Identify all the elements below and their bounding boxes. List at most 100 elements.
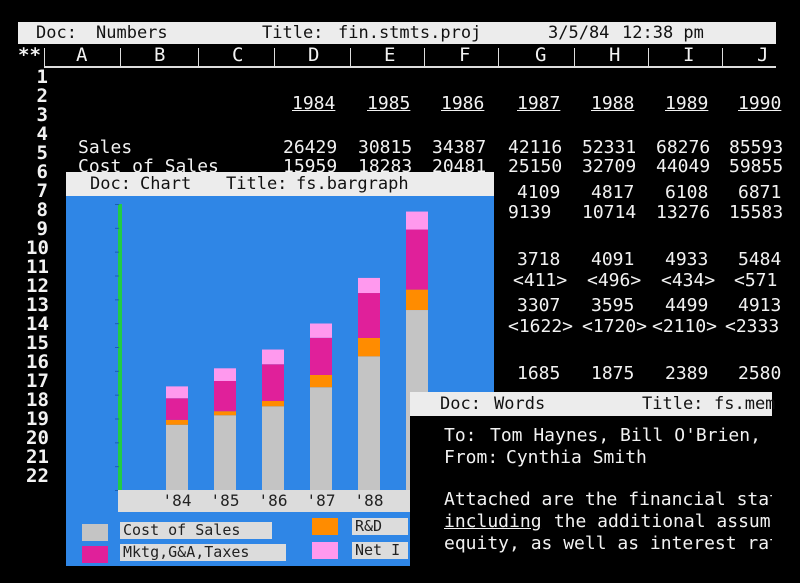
- table-cell[interactable]: 1685: [517, 365, 560, 383]
- table-cell[interactable]: 26429: [283, 139, 337, 157]
- table-cell[interactable]: <571: [734, 272, 777, 290]
- legend-label-rd: R&D: [352, 518, 408, 535]
- table-cell[interactable]: 34387: [432, 139, 486, 157]
- bar-segment-rd: [310, 374, 332, 388]
- table-cell[interactable]: 42116: [508, 139, 562, 157]
- table-cell[interactable]: 5484: [738, 251, 781, 269]
- y-axis-tick: [115, 442, 119, 444]
- y-axis-tick: [115, 418, 119, 420]
- table-cell[interactable]: 3595: [591, 297, 634, 315]
- table-cell[interactable]: 13276: [656, 204, 710, 222]
- table-cell[interactable]: 44049: [656, 158, 710, 176]
- y-axis-tick: [115, 466, 119, 468]
- table-cell[interactable]: 4499: [665, 297, 708, 315]
- table-cell[interactable]: <2110>: [652, 318, 717, 336]
- row-title-sales[interactable]: Sales: [78, 139, 132, 157]
- col-divider: [648, 48, 649, 66]
- table-cell[interactable]: 4933: [665, 251, 708, 269]
- bar-segment-net: [358, 277, 380, 294]
- year-cell[interactable]: 1990: [738, 95, 781, 113]
- table-cell[interactable]: 4913: [738, 297, 781, 315]
- table-cell[interactable]: <2333: [725, 318, 779, 336]
- table-cell[interactable]: 59855: [729, 158, 783, 176]
- col-divider: [498, 48, 499, 66]
- year-cell[interactable]: 1985: [367, 95, 410, 113]
- table-cell[interactable]: 9139: [508, 204, 551, 222]
- table-cell[interactable]: 15583: [729, 204, 783, 222]
- table-cell[interactable]: 4817: [591, 184, 634, 202]
- doc-label: Doc:: [36, 23, 77, 43]
- year-cell[interactable]: 1984: [292, 95, 335, 113]
- memo-to-value: Tom Haynes, Bill O'Brien, Joe R: [490, 425, 772, 446]
- table-cell[interactable]: 68276: [656, 139, 710, 157]
- year-cell[interactable]: 1987: [517, 95, 560, 113]
- col-header-e[interactable]: E: [384, 46, 395, 65]
- table-cell[interactable]: <1720>: [582, 318, 647, 336]
- table-cell[interactable]: 3718: [517, 251, 560, 269]
- words-window-title-bar[interactable]: Doc: Words Title: fs.mem: [410, 392, 776, 416]
- bar-segment-cost: [262, 406, 284, 490]
- table-cell[interactable]: 32709: [582, 158, 636, 176]
- table-cell[interactable]: 2389: [665, 365, 708, 383]
- row-label[interactable]: 22: [26, 467, 49, 486]
- table-cell[interactable]: 6871: [738, 184, 781, 202]
- header-underline: [44, 66, 776, 68]
- x-tick-label: '84: [163, 491, 192, 510]
- table-cell[interactable]: <434>: [661, 272, 715, 290]
- table-cell[interactable]: 4091: [591, 251, 634, 269]
- y-axis-tick: [115, 299, 119, 301]
- legend-swatch-net: [312, 542, 338, 559]
- table-cell[interactable]: 10714: [582, 204, 636, 222]
- memo-body-line: Attached are the financial statement: [444, 489, 772, 510]
- col-header-h[interactable]: H: [609, 46, 620, 65]
- x-tick-label: '86: [259, 491, 288, 510]
- table-cell[interactable]: 85593: [729, 139, 783, 157]
- table-cell[interactable]: <496>: [587, 272, 641, 290]
- col-header-g[interactable]: G: [535, 46, 546, 65]
- chart-window-title-bar[interactable]: Doc: Chart Title: fs.bargraph: [66, 172, 494, 196]
- doc-name: Chart: [140, 174, 192, 194]
- table-cell[interactable]: <411>: [513, 272, 567, 290]
- spreadsheet-title-bar[interactable]: Doc: Numbers Title: fin.stmts.proj 3/5/8…: [18, 22, 776, 44]
- time-readout: 12:38 pm: [622, 23, 704, 43]
- title-label: Title:: [642, 394, 704, 414]
- title-name: fs.bargraph: [296, 174, 409, 194]
- col-header-a[interactable]: A: [76, 46, 87, 65]
- legend-swatch-mktg: [82, 546, 108, 563]
- x-tick-label: '85: [211, 491, 240, 510]
- table-cell[interactable]: 6108: [665, 184, 708, 202]
- year-cell[interactable]: 1989: [665, 95, 708, 113]
- doc-label: Doc:: [90, 174, 131, 194]
- table-cell[interactable]: 25150: [508, 158, 562, 176]
- col-divider: [350, 48, 351, 66]
- year-cell[interactable]: 1986: [441, 95, 484, 113]
- col-header-i[interactable]: I: [683, 46, 694, 65]
- memo-text-area[interactable]: To: Tom Haynes, Bill O'Brien, Joe R From…: [410, 416, 772, 583]
- col-header-b[interactable]: B: [154, 46, 165, 65]
- memo-from-value: Cynthia Smith: [506, 447, 647, 468]
- table-cell[interactable]: 4109: [517, 184, 560, 202]
- y-axis-tick: [115, 323, 119, 325]
- memo-to-label: To:: [444, 425, 477, 446]
- memo-body-line: equity, as well as interest rates an: [444, 533, 772, 554]
- table-cell[interactable]: 52331: [582, 139, 636, 157]
- title-name: fs.mem: [714, 394, 776, 414]
- col-header-j[interactable]: J: [757, 46, 768, 65]
- table-cell[interactable]: <1622>: [508, 318, 573, 336]
- bar-segment-mktg: [262, 364, 284, 402]
- table-cell[interactable]: 3307: [517, 297, 560, 315]
- col-header-c[interactable]: C: [232, 46, 243, 65]
- y-axis-tick: [115, 251, 119, 253]
- col-header-d[interactable]: D: [308, 46, 319, 65]
- y-axis-tick: [115, 204, 119, 205]
- year-cell[interactable]: 1988: [591, 95, 634, 113]
- bar-segment-cost: [214, 415, 236, 490]
- col-header-f[interactable]: F: [459, 46, 470, 65]
- doc-name: Words: [494, 394, 546, 414]
- y-axis-tick: [115, 394, 119, 396]
- table-cell[interactable]: 1875: [591, 365, 634, 383]
- bar-segment-net: [262, 349, 284, 365]
- table-cell[interactable]: 30815: [358, 139, 412, 157]
- bar-segment-cost: [166, 424, 188, 490]
- table-cell[interactable]: 2580: [738, 365, 781, 383]
